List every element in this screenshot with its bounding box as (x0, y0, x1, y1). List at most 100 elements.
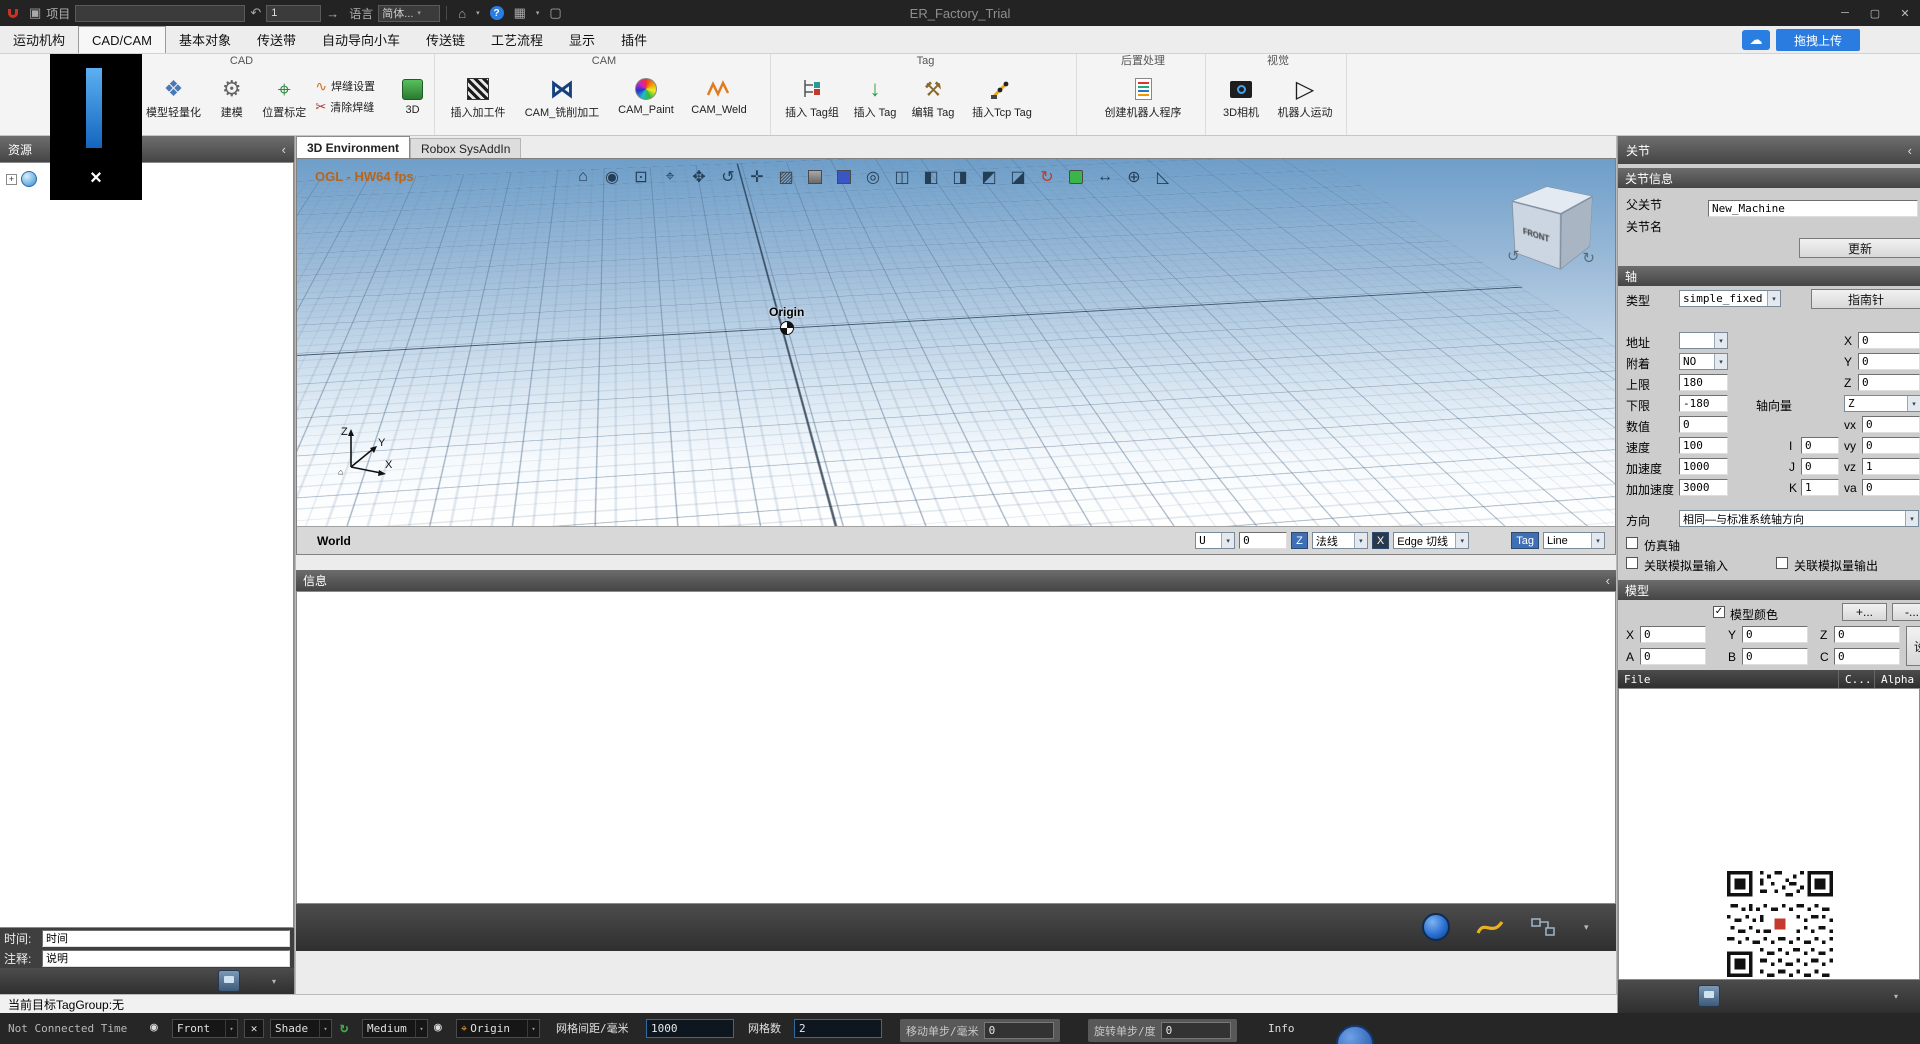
tab-process-flow[interactable]: 工艺流程 (478, 26, 556, 53)
k-input[interactable] (1801, 479, 1839, 496)
value-input[interactable] (1679, 416, 1728, 433)
snap-icon[interactable]: ⊕ (1123, 166, 1145, 188)
protractor-icon[interactable]: ◺ (1152, 166, 1174, 188)
save-icon[interactable]: ▣ (29, 5, 41, 21)
alpha-column[interactable]: Alpha (1874, 670, 1920, 688)
insert-tcp-tag-button[interactable]: 插入Tcp Tag (963, 71, 1041, 131)
model-color-checkbox[interactable]: ✓ (1713, 606, 1725, 618)
rotate-cw-icon[interactable]: ↻ (1036, 166, 1058, 188)
resource-tool-icon[interactable] (218, 970, 240, 992)
model-b-input[interactable] (1742, 648, 1808, 665)
vx-input[interactable] (1862, 416, 1920, 433)
add-model-button[interactable]: +... (1842, 603, 1887, 621)
tab-cad-cam[interactable]: CAD/CAM (78, 26, 166, 53)
shaded-blue-icon[interactable] (833, 166, 855, 188)
shaded-gray-icon[interactable] (804, 166, 826, 188)
joint-tool-icon[interactable] (1698, 985, 1720, 1007)
tab-basic-objects[interactable]: 基本对象 (166, 26, 244, 53)
home-dropdown-icon[interactable]: ▾ (476, 9, 480, 17)
u-value-input[interactable] (1239, 532, 1287, 549)
model-y-input[interactable] (1742, 626, 1808, 643)
model-a-input[interactable] (1640, 648, 1706, 665)
file-column[interactable]: File (1618, 670, 1838, 688)
measure-distance-icon[interactable]: ↔ (1094, 166, 1116, 188)
3d-button[interactable]: 3D (395, 71, 430, 131)
insert-tag-button[interactable]: ↓ 插入 Tag (847, 71, 903, 131)
collapse-right-icon[interactable]: ‹ (1908, 143, 1912, 158)
viewport-canvas[interactable]: OGL - HW64 fps ⌂ ◉ ⊡ ⌖ ✥ ↺ ✛ ▨ ◎ ◫ ◧ ◨ ◩… (297, 159, 1615, 526)
cube-rotate-cw-icon[interactable]: ↻ (1582, 249, 1595, 267)
layout-icon[interactable]: ▢ (549, 5, 561, 21)
maximize-button[interactable]: ▢ (1860, 0, 1890, 26)
zoom-icon[interactable]: ⌖ (659, 166, 681, 188)
position-calibration-button[interactable]: ⌖ 位置标定 (255, 71, 313, 131)
analog-input-checkbox[interactable] (1626, 557, 1638, 569)
modeling-button[interactable]: ⚙ 建模 (210, 71, 253, 131)
quality-dropdown[interactable]: Medium▾ (362, 1019, 428, 1038)
grid-count-input[interactable] (794, 1019, 882, 1038)
info-toggle[interactable]: Info (1268, 1022, 1295, 1035)
zoom-window-icon[interactable]: ⊡ (630, 166, 652, 188)
language-dropdown[interactable]: 简体... ▾ (378, 5, 440, 22)
front-view-icon[interactable]: ◧ (920, 166, 942, 188)
edit-tag-button[interactable]: ⚒ 编辑 Tag (905, 71, 961, 131)
eye-view-icon[interactable]: ◉ (601, 166, 623, 188)
grid-dropdown-icon[interactable]: ▾ (536, 9, 540, 17)
structure-icon[interactable] (1531, 916, 1557, 941)
note-input[interactable] (42, 950, 290, 967)
home-view-icon[interactable]: ⌂ (572, 166, 594, 188)
weld-settings-button[interactable]: ∿ 焊缝设置 (315, 77, 393, 95)
u-axis-dropdown[interactable]: U▾ (1195, 532, 1235, 549)
model-z-input[interactable] (1834, 626, 1900, 643)
insert-workpiece-button[interactable]: 插入加工件 (442, 71, 514, 131)
vz-input[interactable] (1862, 458, 1920, 475)
normal-dropdown[interactable]: 法线▾ (1312, 532, 1368, 549)
x-toggle-chip[interactable]: X (1372, 532, 1389, 549)
analog-output-checkbox[interactable] (1776, 557, 1788, 569)
view-direction-dropdown[interactable]: Front▾ (172, 1019, 238, 1038)
cam-weld-button[interactable]: CAM_Weld (684, 71, 754, 131)
tab-3d-environment[interactable]: 3D Environment (296, 136, 410, 158)
upper-limit-input[interactable] (1679, 374, 1728, 391)
collapse-left-icon[interactable]: ‹ (282, 142, 286, 157)
insert-tag-group-button[interactable]: 插入 Tag组 (779, 71, 845, 131)
robot-motion-button[interactable]: ▷ 机器人运动 (1270, 71, 1340, 131)
lower-limit-input[interactable] (1679, 395, 1728, 412)
drag-upload-button[interactable]: 拖拽上传 (1776, 29, 1860, 51)
top-view-icon[interactable]: ◩ (978, 166, 1000, 188)
model-c-input[interactable] (1834, 648, 1900, 665)
tab-plugins[interactable]: 插件 (608, 26, 660, 53)
cloud-upload-icon[interactable]: ☁ (1742, 30, 1770, 50)
bottom-view-icon[interactable]: ◪ (1007, 166, 1029, 188)
tab-motion-mechanism[interactable]: 运动机构 (0, 26, 78, 53)
origin-frame-dropdown[interactable]: ⌖Origin▾ (456, 1019, 540, 1038)
pan-icon[interactable]: ✥ (688, 166, 710, 188)
setup-button[interactable]: 设置 (1906, 626, 1920, 666)
color-column[interactable]: C... (1838, 670, 1874, 688)
close-button[interactable]: ✕ (1890, 0, 1920, 26)
3d-camera-button[interactable]: 3D相机 (1214, 71, 1268, 131)
update-button[interactable]: 更新 (1799, 238, 1920, 258)
jerk-input[interactable] (1679, 479, 1728, 496)
i-input[interactable] (1801, 437, 1839, 454)
clear-view-button[interactable]: ✕ (244, 1019, 264, 1038)
fit-view-icon[interactable]: ✛ (746, 166, 768, 188)
swoosh-icon[interactable] (1476, 916, 1504, 941)
tab-conveyor-chain[interactable]: 传送链 (413, 26, 478, 53)
tag-toggle-chip[interactable]: Tag (1511, 532, 1539, 549)
remove-model-button[interactable]: -... (1892, 603, 1920, 621)
resource-tree[interactable]: + (0, 162, 294, 928)
redo-icon[interactable]: → (326, 6, 339, 21)
hatch-shading-icon[interactable]: ▨ (775, 166, 797, 188)
rotate-step-input[interactable] (1161, 1022, 1231, 1039)
iso-view-icon[interactable]: ◫ (891, 166, 913, 188)
edge-mode-dropdown[interactable]: Edge 切线▾ (1393, 532, 1469, 549)
y-input[interactable] (1858, 353, 1920, 370)
origin-marker[interactable]: Origin (769, 305, 804, 335)
accel-input[interactable] (1679, 458, 1728, 475)
attach-dropdown[interactable]: NO▾ (1679, 353, 1728, 370)
chevron-down-icon[interactable]: ▾ (1894, 992, 1898, 1001)
chevron-down-icon[interactable]: ▾ (1584, 922, 1589, 933)
refresh-icon[interactable]: ↻ (340, 1020, 348, 1036)
counter-input[interactable] (266, 5, 321, 22)
